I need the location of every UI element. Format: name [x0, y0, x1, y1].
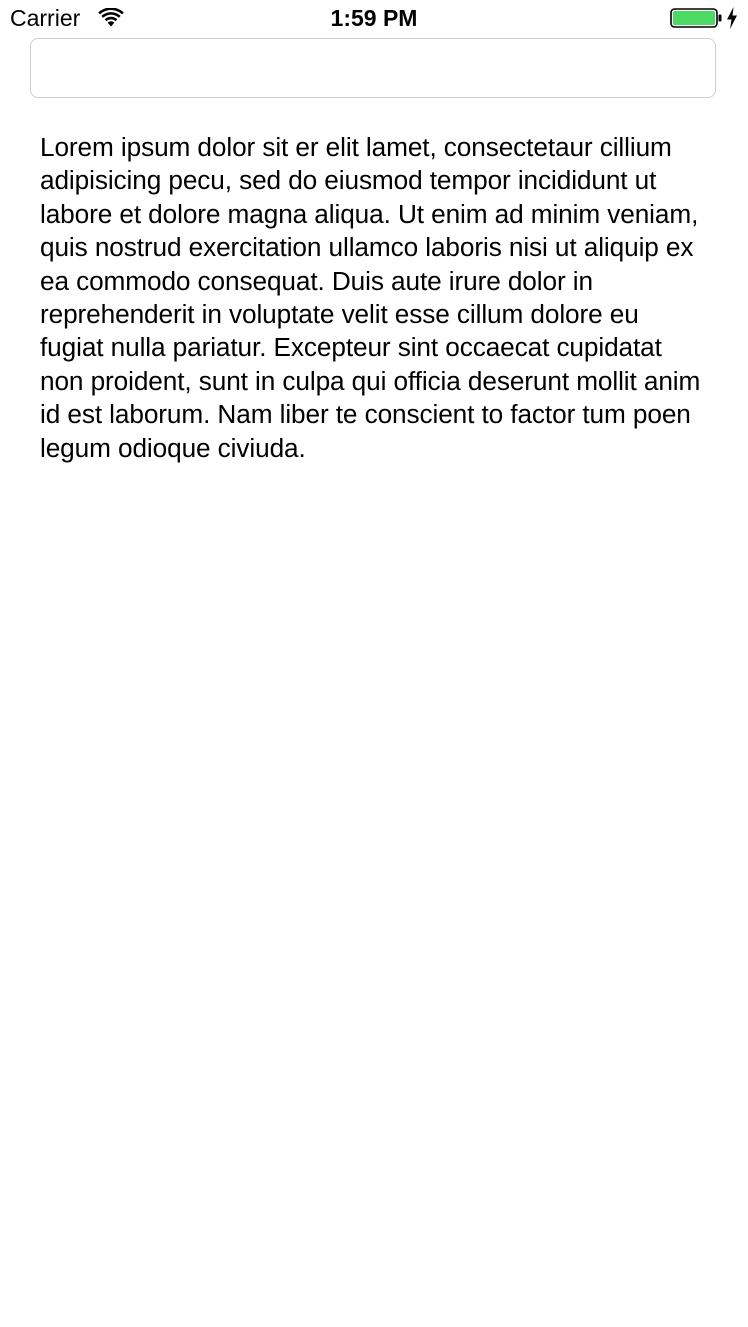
clock: 1:59 PM — [330, 5, 418, 31]
battery-level-fill — [673, 11, 715, 25]
battery-icon — [670, 8, 724, 28]
charging-bolt-icon — [726, 7, 738, 29]
search-field[interactable] — [30, 38, 716, 98]
status-bar: Carrier 1:59 PM — [0, 0, 748, 36]
search-input[interactable] — [31, 39, 715, 97]
body-paragraph: Lorem ipsum dolor sit er elit lamet, con… — [40, 132, 701, 463]
